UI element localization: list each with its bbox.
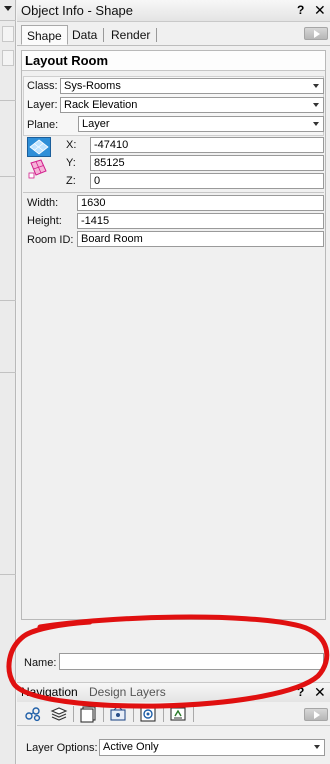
- x-label: X:: [66, 139, 77, 151]
- help-icon[interactable]: ?: [297, 685, 304, 699]
- close-icon[interactable]: ✕: [314, 684, 326, 701]
- name-field[interactable]: [59, 653, 324, 670]
- chevron-down-icon: [313, 122, 319, 126]
- class-value: Sys-Rooms: [64, 80, 121, 92]
- layer-options-value: Active Only: [103, 741, 159, 753]
- layer-dropdown[interactable]: Rack Elevation: [60, 97, 324, 113]
- sheet-layers-icon[interactable]: [79, 705, 97, 723]
- layer-value: Rack Elevation: [64, 99, 138, 111]
- layer-options-row: Layer Options: Active Only: [17, 734, 330, 760]
- plane-orientation-icon[interactable]: [27, 159, 51, 179]
- reference-point-icon[interactable]: [27, 137, 51, 157]
- shape-pane: Layout Room Class: Sys-Rooms Layer: Rack…: [21, 50, 326, 620]
- screen: Object Info - Shape ? ✕ Shape Data Rende…: [0, 0, 330, 764]
- navigation-title-bar[interactable]: Navigation Design Layers ? ✕: [17, 682, 330, 702]
- saved-views-icon[interactable]: [139, 705, 157, 723]
- collapse-triangle-icon[interactable]: [4, 6, 12, 11]
- menu-arrow-icon: [314, 30, 320, 38]
- toolbar-separator: [193, 706, 194, 722]
- layer-options-label: Layer Options:: [26, 742, 98, 754]
- adjacent-palette-edge: [0, 0, 16, 764]
- viewports-icon[interactable]: [109, 705, 127, 723]
- navigation-toolbar: [17, 702, 330, 726]
- palette-title: Object Info - Shape: [21, 3, 134, 18]
- z-field[interactable]: 0: [90, 173, 324, 189]
- divider: [0, 176, 16, 177]
- chevron-down-icon: [313, 103, 319, 107]
- divider: [23, 192, 324, 193]
- toolbar-separator: [73, 706, 74, 722]
- navigation-menu-button[interactable]: [304, 708, 328, 721]
- layer-options-dropdown[interactable]: Active Only: [99, 739, 325, 756]
- width-field[interactable]: 1630: [77, 195, 324, 211]
- y-label: Y:: [66, 157, 76, 169]
- plane-dropdown[interactable]: Layer: [78, 116, 324, 132]
- menu-arrow-icon: [314, 711, 320, 719]
- name-label: Name:: [24, 657, 57, 669]
- navigation-subtitle: Design Layers: [89, 685, 166, 699]
- close-icon[interactable]: ✕: [314, 2, 326, 19]
- references-icon[interactable]: [169, 705, 187, 723]
- tab-shape[interactable]: Shape: [21, 25, 68, 45]
- tab-render[interactable]: Render: [106, 25, 155, 45]
- room-id-label: Room ID:: [27, 234, 74, 246]
- plane-value: Layer: [82, 118, 110, 130]
- toolbar-separator: [103, 706, 104, 722]
- height-field[interactable]: -1415: [77, 213, 324, 229]
- palette-title-bar[interactable]: Object Info - Shape ? ✕: [17, 0, 330, 22]
- tab-data[interactable]: Data: [67, 25, 102, 45]
- divider: [0, 372, 16, 373]
- navigation-title: Navigation: [21, 685, 78, 699]
- palette-tool-button[interactable]: [2, 50, 14, 66]
- name-row: Name:: [17, 648, 330, 672]
- help-icon[interactable]: ?: [297, 3, 304, 17]
- tab-strip: Shape Data Render: [17, 22, 330, 46]
- height-label: Height:: [27, 215, 62, 227]
- x-field[interactable]: -47410: [90, 137, 324, 153]
- width-label: Width:: [27, 197, 59, 209]
- palette-tool-button[interactable]: [2, 26, 14, 42]
- object-info-palette: Object Info - Shape ? ✕ Shape Data Rende…: [17, 0, 330, 764]
- chevron-down-icon: [314, 745, 320, 749]
- divider: [0, 574, 16, 575]
- z-label: Z:: [66, 175, 76, 187]
- object-type-title: Layout Room: [22, 51, 325, 71]
- tab-separator: [156, 28, 157, 42]
- plane-label: Plane:: [27, 119, 59, 131]
- class-dropdown[interactable]: Sys-Rooms: [60, 78, 324, 94]
- tab-separator: [103, 28, 104, 42]
- divider: [0, 100, 16, 101]
- class-label: Class:: [27, 80, 58, 92]
- classes-icon[interactable]: [24, 705, 42, 723]
- y-field[interactable]: 85125: [90, 155, 324, 171]
- layer-label: Layer:: [27, 99, 58, 111]
- divider: [0, 20, 16, 21]
- divider: [0, 300, 16, 301]
- toolbar-separator: [133, 706, 134, 722]
- toolbar-separator: [163, 706, 164, 722]
- layers-icon[interactable]: [50, 705, 68, 723]
- room-id-field[interactable]: Board Room: [77, 231, 324, 247]
- chevron-down-icon: [313, 84, 319, 88]
- palette-menu-button[interactable]: [304, 27, 328, 40]
